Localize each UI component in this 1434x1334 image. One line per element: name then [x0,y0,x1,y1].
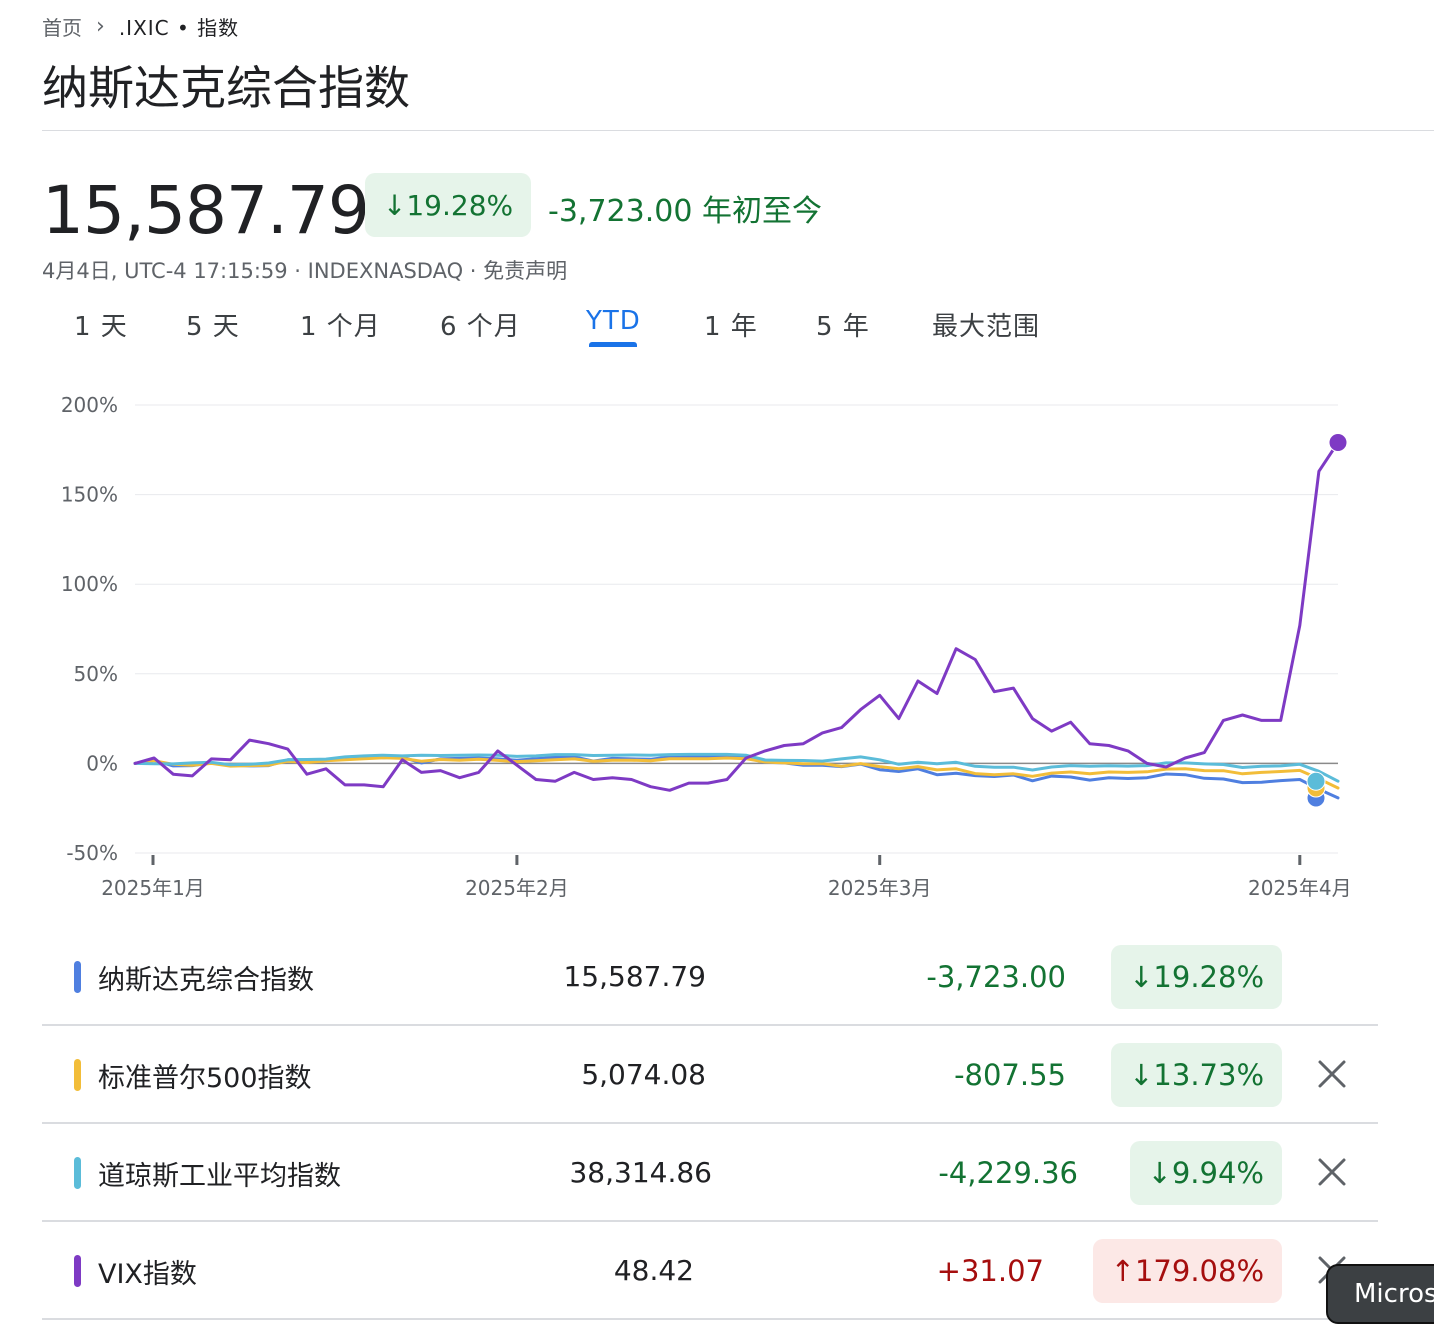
chevron-right-icon: › [96,13,105,39]
series-end-point [1306,771,1326,791]
chart-grid [135,404,1338,854]
range-tabs: 1 天 5 天 1 个月 6 个月 YTD 1 年 5 年 最大范围 [42,298,1142,358]
comparison-table: 纳斯达克综合指数 15,587.79 -3,723.00 ↓ 19.28% 标准普… [42,928,1378,1320]
tab-5d[interactable]: 5 天 [186,306,240,343]
chart-lines [133,441,1340,800]
row-value: 15,587.79 [563,960,706,993]
breadcrumb: 首页 › .IXIC • 指数 [42,10,239,42]
arrow-down-icon: ↓ [1129,960,1154,994]
row-change: -3,723.00 [926,960,1066,994]
row-name: 纳斯达克综合指数 [98,965,314,996]
tab-6m[interactable]: 6 个月 [440,306,521,343]
table-row[interactable]: VIX指数 48.42 +31.07 ↑ 179.08% [42,1222,1378,1320]
ytd-change-text: -3,723.00 年初至今 [548,194,822,229]
y-tick-label: -50% [66,841,118,865]
notification-toast[interactable]: Micros [1326,1264,1434,1324]
series-end-point [1328,432,1348,452]
tab-1d[interactable]: 1 天 [74,306,128,343]
row-name: 道琼斯工业平均指数 [98,1161,341,1192]
row-value: 5,074.08 [581,1058,706,1091]
x-axis-ticks: 2025年1月 2025年2月 2025年3月 2025年4月 [101,855,1352,900]
close-icon[interactable] [1314,1056,1350,1092]
row-percent-badge: ↓ 13.73% [1111,1043,1282,1107]
arrow-down-icon: ↓ [1147,1156,1172,1190]
row-percent: 179.08% [1134,1254,1264,1288]
row-change: -807.55 [954,1058,1066,1092]
close-icon[interactable] [1314,1154,1350,1190]
tab-max[interactable]: 最大范围 [932,306,1040,343]
active-tab-indicator [589,342,637,347]
divider [42,130,1434,131]
row-percent: 13.73% [1153,1058,1264,1092]
row-percent: 19.28% [1153,960,1264,994]
ytd-percent-badge: ↓ 19.28% [365,173,531,237]
y-tick-label: 200% [61,393,118,417]
series-color-swatch [74,961,81,993]
row-value: 38,314.86 [569,1156,712,1189]
quote-meta: 4月4日, UTC-4 17:15:59 · INDEXNASDAQ · 免责声… [42,259,568,283]
breadcrumb-home-link[interactable]: 首页 [42,12,82,41]
series-color-swatch [74,1059,81,1091]
tab-ytd[interactable]: YTD [586,306,641,336]
current-price: 15,587.79 [42,172,370,249]
row-change: +31.07 [936,1254,1044,1288]
table-row[interactable]: 道琼斯工业平均指数 38,314.86 -4,229.36 ↓ 9.94% [42,1124,1378,1222]
x-tick-label: 2025年4月 [1248,876,1352,900]
tab-5y[interactable]: 5 年 [816,306,870,343]
y-tick-label: 0% [86,751,118,775]
x-tick-label: 2025年2月 [465,876,569,900]
y-tick-label: 150% [61,483,118,507]
chart-end-points [1306,432,1348,808]
arrow-up-icon: ↑ [1110,1254,1135,1288]
table-row[interactable]: 标准普尔500指数 5,074.08 -807.55 ↓ 13.73% [42,1026,1378,1124]
row-value: 48.42 [613,1254,694,1287]
breadcrumb-ticker: .IXIC • 指数 [118,15,240,40]
series-color-swatch [74,1157,81,1189]
comparison-chart[interactable]: 200%150%100%50%0%-50% 2025年1月 2025年2月 2025… [40,380,1370,910]
tab-1y[interactable]: 1 年 [704,306,758,343]
arrow-down-icon: ↓ [1129,1058,1154,1092]
row-change: -4,229.36 [938,1156,1078,1190]
ytd-percent-value: 19.28% [406,188,514,222]
arrow-down-icon: ↓ [382,188,407,222]
x-tick-label: 2025年3月 [828,876,932,900]
row-percent-badge: ↓ 9.94% [1129,1141,1282,1205]
y-tick-label: 100% [61,572,118,596]
y-tick-label: 50% [74,662,118,686]
divider [42,1318,1378,1320]
row-name: 标准普尔500指数 [98,1063,312,1094]
row-percent-badge: ↓ 19.28% [1111,945,1282,1009]
row-percent-badge: ↑ 179.08% [1092,1239,1282,1303]
row-name: VIX指数 [98,1259,197,1290]
row-percent: 9.94% [1171,1156,1264,1190]
table-row[interactable]: 纳斯达克综合指数 15,587.79 -3,723.00 ↓ 19.28% [42,928,1378,1026]
x-tick-label: 2025年1月 [101,876,205,900]
y-axis-ticks: 200% 150% 100% 50% 0% -50% [61,393,118,865]
page-title: 纳斯达克综合指数 [42,61,410,115]
series-color-swatch [74,1255,81,1287]
tab-1m[interactable]: 1 个月 [300,306,381,343]
